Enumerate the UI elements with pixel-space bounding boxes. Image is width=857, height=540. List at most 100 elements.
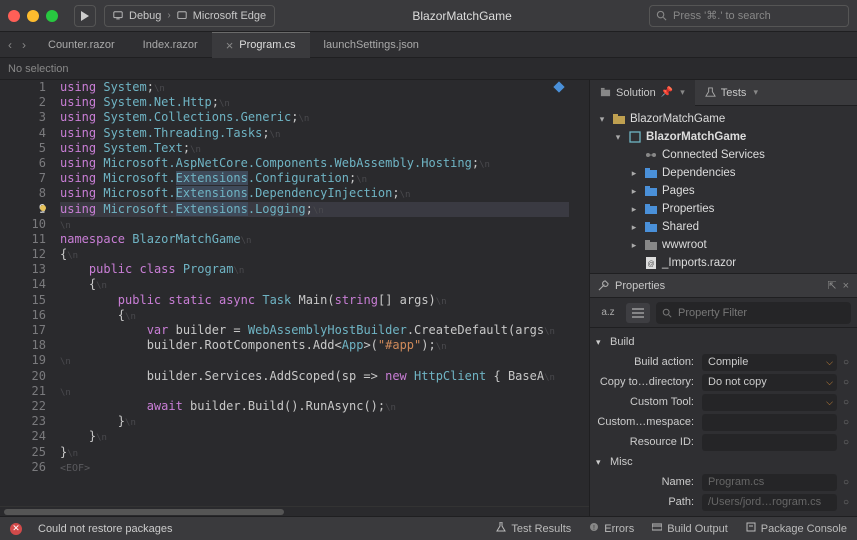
disclosure-triangle-icon[interactable]: ▸	[628, 204, 640, 215]
dropdown-indicator-icon[interactable]: ⌵	[826, 397, 833, 408]
property-reset-button[interactable]: ○	[841, 437, 851, 448]
line-gutter: 1234567891011121314151617181920212223242…	[0, 80, 60, 475]
code-line[interactable]: <EOF>	[60, 460, 569, 475]
solution-tab[interactable]: Solution 📌 ▾	[590, 80, 695, 106]
tree-item[interactable]: ▸Properties	[590, 200, 857, 218]
solution-tree[interactable]: ▾BlazorMatchGame▾BlazorMatchGameConnecte…	[590, 106, 857, 273]
statusbar-item[interactable]: Test Results	[496, 522, 571, 535]
code-line[interactable]: }\n	[60, 414, 569, 429]
property-filter-input[interactable]: Property Filter	[656, 302, 851, 324]
pin-icon[interactable]: 📌	[661, 87, 673, 98]
code-line[interactable]: builder.Services.AddScoped(sp => new Htt…	[60, 369, 569, 384]
property-value-input[interactable]: Program.cs	[702, 474, 837, 491]
disclosure-triangle-icon[interactable]: ▸	[628, 186, 640, 197]
code-line[interactable]: \n	[60, 353, 569, 368]
categorize-button[interactable]	[626, 303, 650, 323]
disclosure-triangle-icon[interactable]: ▾	[612, 132, 624, 143]
breadcrumb-bar[interactable]: No selection	[0, 58, 857, 80]
scrollbar-thumb[interactable]	[4, 509, 284, 515]
editor-tab[interactable]: launchSettings.json	[310, 32, 433, 58]
property-value-input[interactable]: Compile⌵	[702, 354, 837, 371]
tree-item[interactable]: ▸Pages	[590, 182, 857, 200]
editor-tab[interactable]: Index.razor	[129, 32, 212, 58]
property-value-input[interactable]: /Users/jord…rogram.cs	[702, 494, 837, 511]
sort-az-button[interactable]: a.z	[596, 303, 620, 323]
code-line[interactable]: {\n	[60, 247, 569, 262]
tree-item[interactable]: ▾BlazorMatchGame	[590, 110, 857, 128]
property-group-header[interactable]: ▾Misc	[596, 452, 851, 472]
close-icon[interactable]: ×	[843, 280, 849, 292]
disclosure-triangle-icon[interactable]: ▾	[596, 114, 608, 125]
disclosure-triangle-icon[interactable]: ▸	[628, 168, 640, 179]
tree-item[interactable]: ▸wwwroot	[590, 236, 857, 254]
dropdown-indicator-icon[interactable]: ⌵	[826, 357, 833, 368]
property-reset-button[interactable]: ○	[841, 417, 851, 428]
disclosure-triangle-icon[interactable]: ▾	[596, 457, 606, 468]
editor-scroll[interactable]: 1234567891011121314151617181920212223242…	[0, 80, 589, 506]
chevron-down-icon[interactable]: ▾	[753, 87, 758, 98]
pin-icon[interactable]: ⇱	[827, 279, 836, 292]
code-line[interactable]: using System;\n	[60, 80, 569, 95]
property-reset-button[interactable]: ○	[841, 377, 851, 388]
disclosure-triangle-icon[interactable]: ▾	[596, 337, 606, 348]
property-reset-button[interactable]: ○	[841, 397, 851, 408]
code-line[interactable]: await builder.Build().RunAsync();\n	[60, 399, 569, 414]
code-line[interactable]: using Microsoft.Extensions.Configuration…	[60, 171, 569, 186]
tests-tab[interactable]: Tests ▾	[695, 80, 768, 106]
horizontal-scrollbar[interactable]	[0, 506, 589, 516]
code-line[interactable]: \n	[60, 384, 569, 399]
maximize-window-button[interactable]	[46, 10, 58, 22]
lightbulb-icon[interactable]	[38, 203, 48, 213]
code-line[interactable]: namespace BlazorMatchGame\n	[60, 232, 569, 247]
statusbar-item[interactable]: Build Output	[652, 522, 728, 535]
property-value-input[interactable]	[702, 414, 837, 431]
global-search-input[interactable]: Press '⌘.' to search	[649, 5, 849, 27]
editor-tab[interactable]: Counter.razor	[34, 32, 129, 58]
code-line[interactable]: using System.Text;\n	[60, 141, 569, 156]
run-configuration-selector[interactable]: Debug › Microsoft Edge	[104, 5, 275, 27]
code-line[interactable]: using System.Threading.Tasks;\n	[60, 126, 569, 141]
tree-item[interactable]: Connected Services	[590, 146, 857, 164]
statusbar-item[interactable]: !Errors	[589, 522, 634, 535]
code-line[interactable]: public static async Task Main(string[] a…	[60, 293, 569, 308]
property-reset-button[interactable]: ○	[841, 357, 851, 368]
property-value-input[interactable]: ⌵	[702, 394, 837, 411]
properties-toolbar: a.z Property Filter	[590, 298, 857, 328]
code-line[interactable]: using Microsoft.Extensions.Logging;\n	[60, 202, 569, 217]
code-line[interactable]: }\n	[60, 445, 569, 460]
code-content[interactable]: using System;\nusing System.Net.Http;\nu…	[60, 80, 589, 475]
code-line[interactable]: using System.Collections.Generic;\n	[60, 110, 569, 125]
disclosure-triangle-icon[interactable]: ▸	[628, 240, 640, 251]
dropdown-indicator-icon[interactable]: ⌵	[826, 377, 833, 388]
code-line[interactable]: builder.RootComponents.Add<App>("#app");…	[60, 338, 569, 353]
nav-back-button[interactable]: ‹	[8, 38, 12, 52]
code-line[interactable]: }\n	[60, 429, 569, 444]
property-group-header[interactable]: ▾Build	[596, 332, 851, 352]
property-value-input[interactable]: Do not copy⌵	[702, 374, 837, 391]
code-line[interactable]: {\n	[60, 308, 569, 323]
chevron-down-icon[interactable]: ▾	[680, 87, 685, 98]
code-editor[interactable]: 1234567891011121314151617181920212223242…	[0, 80, 589, 475]
tree-item[interactable]: ▸Dependencies	[590, 164, 857, 182]
property-value-input[interactable]	[702, 434, 837, 451]
code-line[interactable]: \n	[60, 217, 569, 232]
close-window-button[interactable]	[8, 10, 20, 22]
code-line[interactable]: using System.Net.Http;\n	[60, 95, 569, 110]
tree-item[interactable]: ▾BlazorMatchGame	[590, 128, 857, 146]
code-line[interactable]: using Microsoft.Extensions.DependencyInj…	[60, 186, 569, 201]
statusbar-item[interactable]: Package Console	[746, 522, 847, 535]
disclosure-triangle-icon[interactable]: ▸	[628, 222, 640, 233]
code-line[interactable]: public class Program\n	[60, 262, 569, 277]
editor-tab[interactable]: ×Program.cs	[212, 32, 310, 58]
code-line[interactable]: var builder = WebAssemblyHostBuilder.Cre…	[60, 323, 569, 338]
close-tab-button[interactable]: ×	[226, 38, 234, 53]
nav-forward-button[interactable]: ›	[22, 38, 26, 52]
tree-item[interactable]: @_Imports.razor	[590, 254, 857, 272]
run-button[interactable]	[74, 5, 96, 27]
tree-item[interactable]: ▸Shared	[590, 218, 857, 236]
code-line[interactable]: using Microsoft.AspNetCore.Components.We…	[60, 156, 569, 171]
code-line[interactable]: {\n	[60, 277, 569, 292]
minimize-window-button[interactable]	[27, 10, 39, 22]
property-reset-button[interactable]: ○	[841, 477, 851, 488]
property-reset-button[interactable]: ○	[841, 497, 851, 508]
